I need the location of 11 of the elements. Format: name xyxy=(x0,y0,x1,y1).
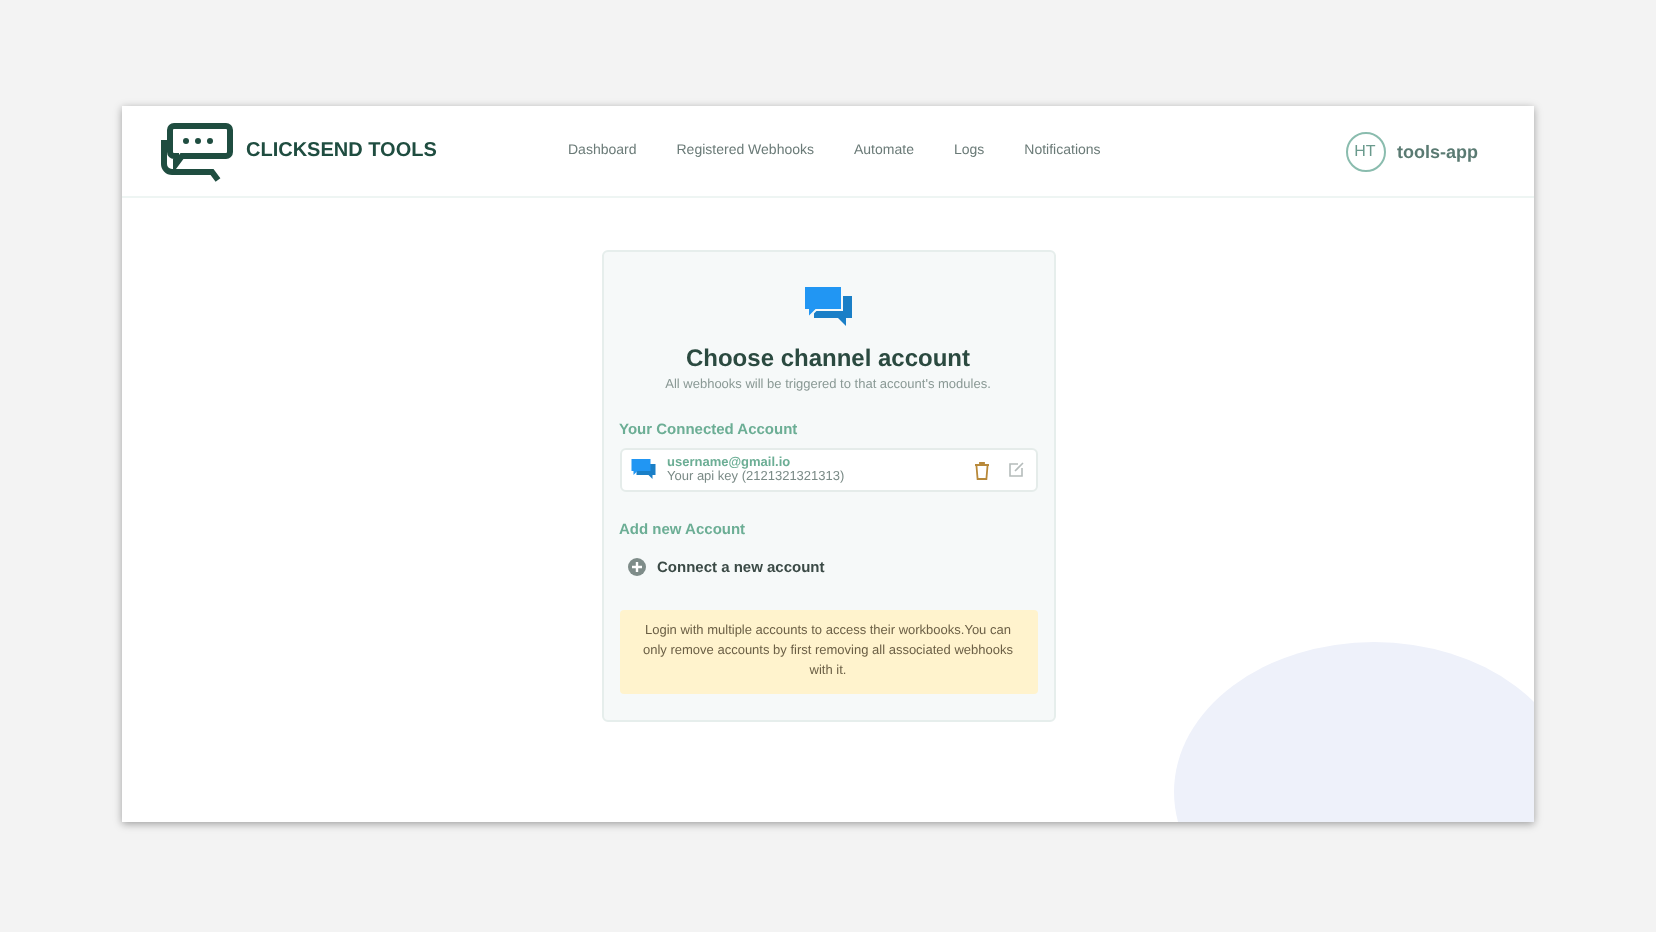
trash-icon xyxy=(973,461,989,479)
plus-circle-icon xyxy=(627,558,645,576)
chat-bubble-logo-icon xyxy=(158,119,234,183)
chat-bubbles-icon xyxy=(629,458,657,482)
edit-icon xyxy=(1007,462,1023,478)
delete-button[interactable] xyxy=(973,461,989,479)
card-title: Choose channel account xyxy=(683,344,973,372)
edit-button[interactable] xyxy=(1007,462,1023,478)
user-name: tools-app xyxy=(1397,141,1478,161)
user-avatar[interactable]: HT xyxy=(1345,131,1385,171)
brand-name: CLICKSEND TOOLS xyxy=(246,140,437,162)
